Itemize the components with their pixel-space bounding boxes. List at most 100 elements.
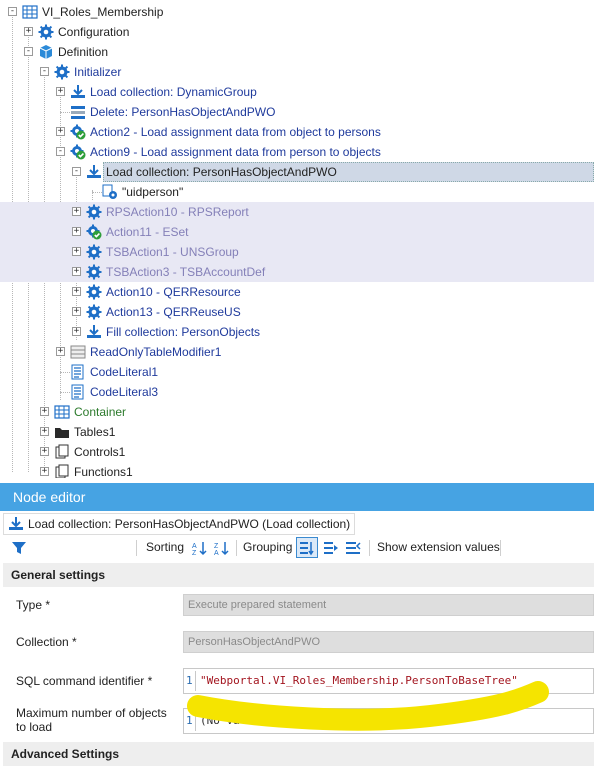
expand-toggle[interactable]: + (72, 247, 81, 256)
tree-item[interactable]: - Load collection: PersonHasObjectAndPWO (0, 162, 594, 182)
collapse-toggle[interactable]: - (72, 167, 81, 176)
expand-toggle[interactable]: + (72, 287, 81, 296)
code-literal-icon (71, 384, 84, 400)
download-icon (9, 517, 23, 530)
collapse-toggle[interactable]: - (24, 47, 33, 56)
expand-toggle[interactable]: + (24, 27, 33, 36)
group-category-icon (300, 542, 314, 556)
tree-item[interactable]: - Definition (0, 42, 594, 62)
gear-icon (86, 204, 102, 220)
tree-item[interactable]: + Tables1 (0, 422, 594, 442)
group-by-category-button[interactable] (296, 537, 318, 558)
toolbar-separator (136, 540, 137, 556)
tree-connector (60, 112, 70, 113)
tree-item-label: Definition (58, 45, 109, 59)
toolbar-separator (236, 540, 237, 556)
toolbar-separator (500, 540, 501, 556)
group-expand-icon[interactable] (323, 540, 339, 556)
type-value: Execute prepared statement (188, 599, 327, 611)
group-collapse-icon[interactable] (345, 540, 361, 556)
tree-connector (92, 192, 102, 193)
tree-item[interactable]: + TSBAction1 - UNSGroup (0, 242, 594, 262)
tree-item[interactable]: Delete: PersonHasObjectAndPWO (0, 102, 594, 122)
tree-item-label: Fill collection: PersonObjects (106, 325, 261, 339)
expand-toggle[interactable]: + (40, 407, 49, 416)
type-label: Type * (16, 598, 51, 612)
tree-item[interactable]: + Controls1 (0, 442, 594, 462)
table-grid-icon (54, 405, 70, 419)
tree-item[interactable]: + Fill collection: PersonObjects (0, 322, 594, 342)
collection-value: PersonHasObjectAndPWO (188, 636, 321, 648)
svg-text:Z: Z (214, 543, 219, 550)
sort-ascending-icon[interactable]: A Z (192, 540, 208, 556)
collapse-toggle[interactable]: - (40, 67, 49, 76)
gear-icon (86, 284, 102, 300)
expand-toggle[interactable]: + (40, 447, 49, 456)
code-literal-icon (71, 364, 84, 380)
tree-item[interactable]: CodeLiteral1 (0, 362, 594, 382)
sql-command-editor[interactable]: 1 "Webportal.VI_Roles_Membership.PersonT… (183, 668, 594, 694)
tree-item[interactable]: + Action13 - QERReuseUS (0, 302, 594, 322)
tree-item[interactable]: + ReadOnlyTableModifier1 (0, 342, 594, 362)
sql-command-label: SQL command identifier * (16, 674, 153, 688)
functions-icon (55, 464, 69, 478)
tree-item[interactable]: - Action9 - Load assignment data from per… (0, 142, 594, 162)
expand-toggle[interactable]: + (40, 467, 49, 476)
advanced-settings-label: Advanced Settings (11, 747, 120, 761)
expand-toggle[interactable]: + (72, 207, 81, 216)
tree-item[interactable]: + TSBAction3 - TSBAccountDef (0, 262, 594, 282)
node-header-label: Load collection: PersonHasObjectAndPWO (… (28, 517, 351, 531)
tree-item-label: TSBAction3 - TSBAccountDef (106, 265, 266, 279)
tree-connector (60, 372, 70, 373)
svg-text:A: A (192, 543, 197, 550)
tree-item[interactable]: + RPSAction10 - RPSReport (0, 202, 594, 222)
tree-item[interactable]: + Action2 - Load assignment data from obj… (0, 122, 594, 142)
tree-item-label: Controls1 (74, 445, 126, 459)
tree-item-label: ReadOnlyTableModifier1 (90, 345, 222, 359)
tree-item[interactable]: CodeLiteral3 (0, 382, 594, 402)
advanced-settings-header[interactable]: Advanced Settings (3, 742, 594, 766)
general-settings-header[interactable]: General settings (3, 563, 594, 587)
tree-item-label: CodeLiteral1 (90, 365, 159, 379)
collapse-toggle[interactable]: - (56, 147, 65, 156)
expand-toggle[interactable]: + (72, 307, 81, 316)
line-number: 1 (186, 714, 193, 727)
tree-item[interactable]: + Functions1 (0, 462, 594, 478)
expand-toggle[interactable]: + (72, 267, 81, 276)
gear-icon (38, 24, 54, 40)
tree-item[interactable]: + Configuration (0, 22, 594, 42)
tree-item[interactable]: + Container (0, 402, 594, 422)
gear-icon (86, 264, 102, 280)
expand-toggle[interactable]: + (72, 227, 81, 236)
tree-item[interactable]: + Action10 - QERResource (0, 282, 594, 302)
controls-icon (55, 444, 69, 459)
sort-descending-icon[interactable]: Z A (214, 540, 230, 556)
expand-toggle[interactable]: + (40, 427, 49, 436)
toolbar-separator (369, 540, 370, 556)
svg-text:A: A (214, 550, 219, 556)
tree-item[interactable]: - VI_Roles_Membership (0, 2, 594, 22)
expand-toggle[interactable]: + (56, 127, 65, 136)
expand-toggle[interactable]: + (72, 327, 81, 336)
tree-item-label: "uidperson" (122, 185, 184, 199)
node-tree[interactable]: - VI_Roles_Membership + Configuration - Defin… (0, 0, 594, 478)
tree-item[interactable]: + Action11 - ESet (0, 222, 594, 242)
filter-icon[interactable] (11, 540, 27, 556)
tree-item[interactable]: "uidperson" (0, 182, 594, 202)
tree-item[interactable]: + Load collection: DynamicGroup (0, 82, 594, 102)
show-extension-values-button[interactable]: Show extension values (377, 540, 500, 554)
max-objects-editor[interactable]: 1 (No value assigned) (183, 708, 594, 734)
table-lock-icon (70, 345, 86, 359)
expand-toggle[interactable]: + (56, 347, 65, 356)
tree-item-label: Initializer (74, 65, 122, 79)
node-editor-title: Node editor (13, 489, 86, 505)
tree-item-label: Action2 - Load assignment data from obje… (90, 125, 381, 139)
expand-toggle[interactable]: + (56, 87, 65, 96)
gutter-divider (195, 711, 196, 731)
line-number: 1 (186, 674, 193, 687)
tree-item-label: Functions1 (74, 465, 133, 478)
tree-item[interactable]: - Initializer (0, 62, 594, 82)
gear-icon (54, 64, 70, 80)
download-icon (87, 165, 101, 178)
collapse-toggle[interactable]: - (8, 7, 17, 16)
